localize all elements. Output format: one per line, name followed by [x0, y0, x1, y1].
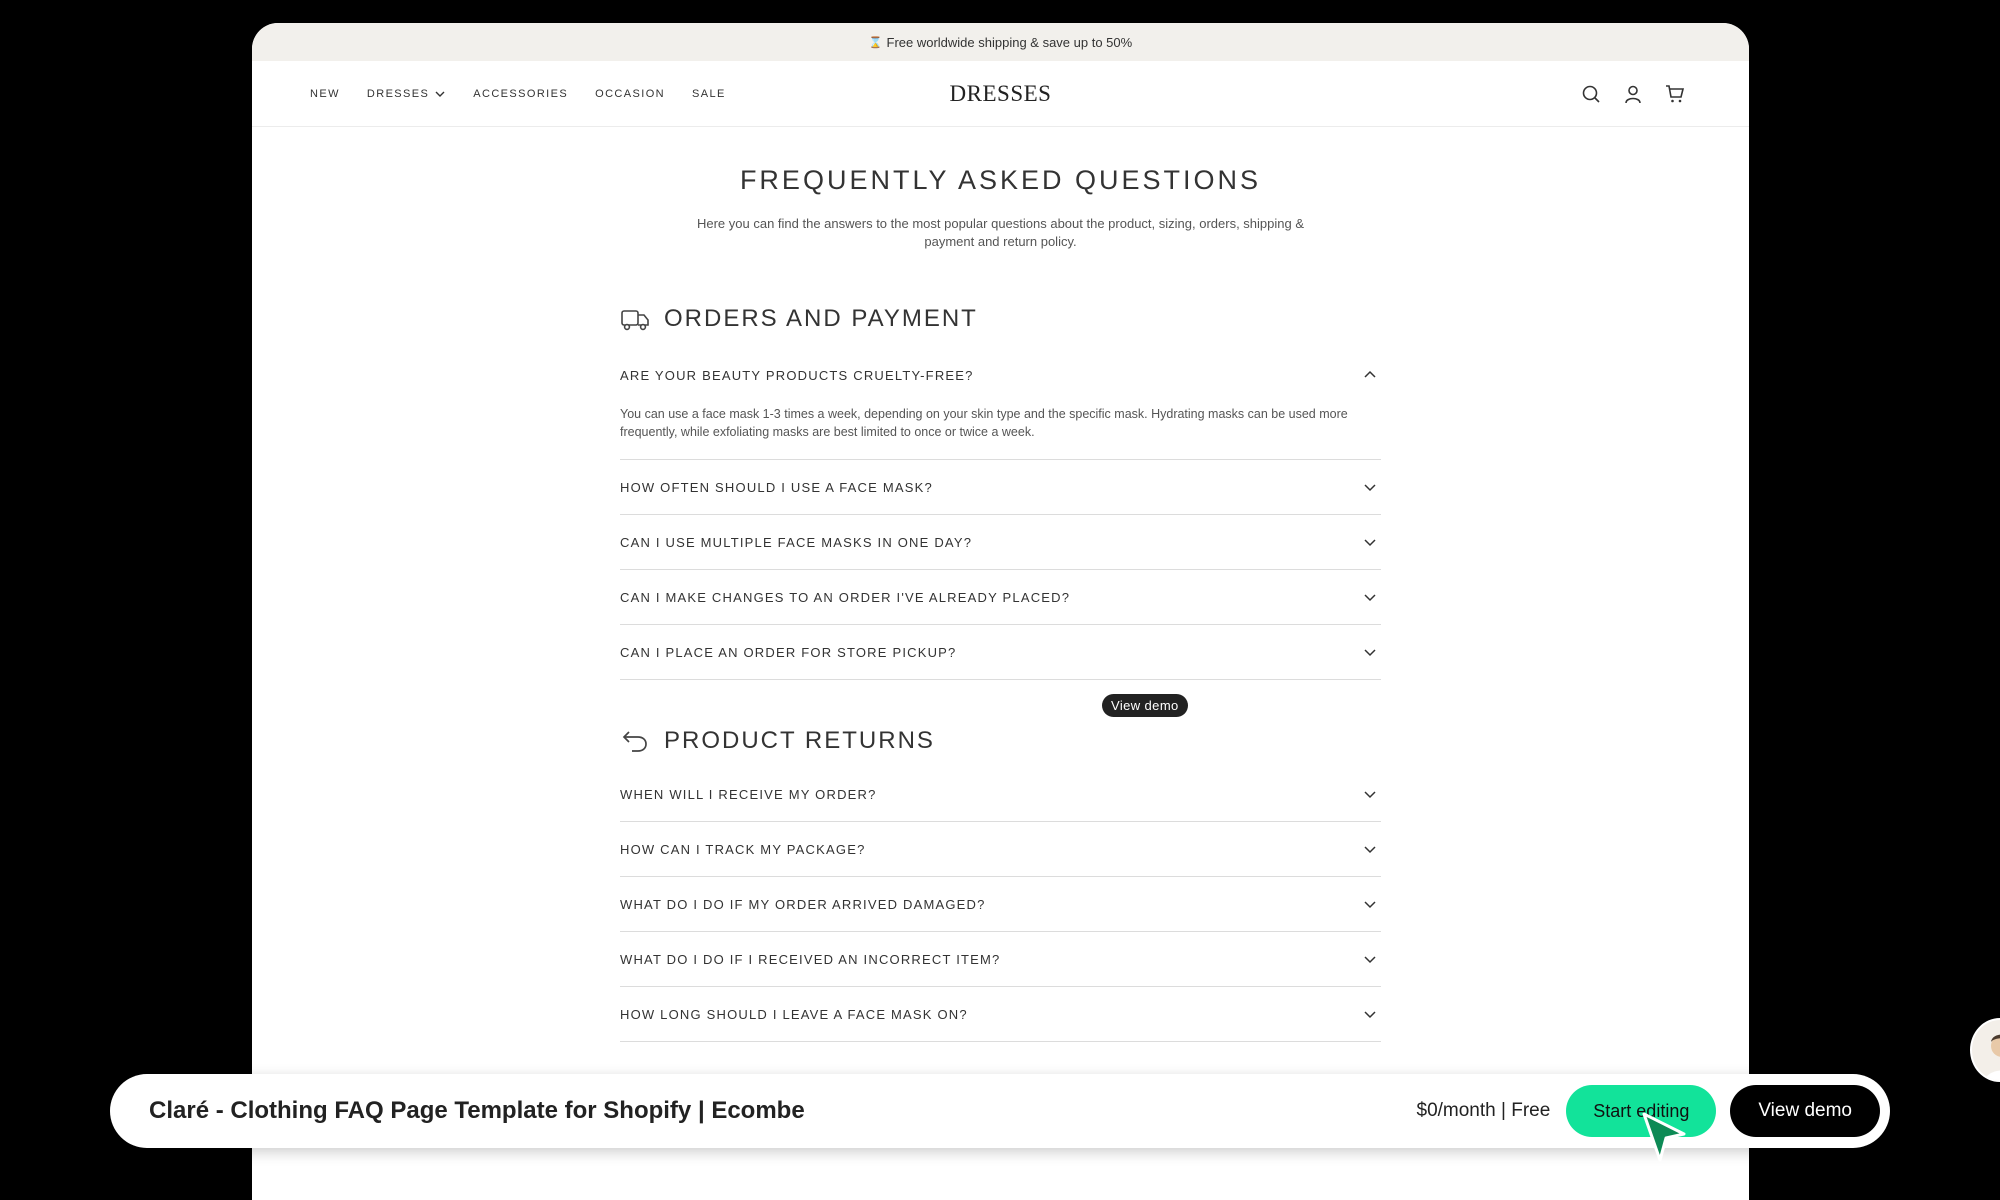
cart-icon[interactable]	[1665, 84, 1685, 104]
chevron-down-icon	[1364, 791, 1376, 799]
template-title: Claré - Clothing FAQ Page Template for S…	[149, 1097, 805, 1124]
chevron-up-icon	[1364, 370, 1376, 378]
question-text: WHEN WILL I RECEIVE MY ORDER?	[620, 786, 877, 802]
accordion-item[interactable]: HOW CAN I TRACK MY PACKAGE?	[620, 822, 1381, 877]
chevron-down-icon	[1364, 956, 1376, 964]
nav-link-occasion[interactable]: OCCASION	[595, 88, 665, 100]
faq-content: FREQUENTLY ASKED QUESTIONS Here you can …	[252, 127, 1749, 251]
avatar[interactable]	[1970, 1018, 2000, 1082]
section-product-returns: PRODUCT RETURNS WHEN WILL I RECEIVE MY O…	[620, 725, 1381, 1042]
main-nav: NEW DRESSES ACCESSORIES OCCASION SALE DR…	[252, 61, 1749, 127]
account-icon[interactable]	[1623, 84, 1643, 104]
accordion-item[interactable]: CAN I MAKE CHANGES TO AN ORDER I'VE ALRE…	[620, 570, 1381, 625]
section-title: ORDERS AND PAYMENT	[664, 305, 978, 332]
page-title: FREQUENTLY ASKED QUESTIONS	[739, 165, 1262, 195]
question-text: HOW CAN I TRACK MY PACKAGE?	[620, 841, 866, 857]
browser-window: ⌛ Free worldwide shipping & save up to 5…	[252, 23, 1749, 1200]
question-text: WHAT DO I DO IF I RECEIVED AN INCORRECT …	[620, 951, 1001, 967]
accordion-item[interactable]: HOW OFTEN SHOULD I USE A FACE MASK?	[620, 460, 1381, 515]
section-title: PRODUCT RETURNS	[664, 727, 935, 754]
accordion-item-open: ARE YOUR BEAUTY PRODUCTS CRUELTY-FREE? Y…	[620, 355, 1381, 460]
brand-logo[interactable]: DRESSES	[950, 81, 1052, 107]
question-text: ARE YOUR BEAUTY PRODUCTS CRUELTY-FREE?	[620, 367, 974, 383]
announcement-text: Free worldwide shipping & save up to 50%	[886, 34, 1133, 50]
chevron-down-icon	[1364, 649, 1376, 657]
section-orders-and-payment: ORDERS AND PAYMENT ARE YOUR BEAUTY PRODU…	[620, 303, 1381, 680]
question-text: WHAT DO I DO IF MY ORDER ARRIVED DAMAGED…	[620, 896, 986, 912]
question-text: HOW LONG SHOULD I LEAVE A FACE MASK ON?	[620, 1006, 968, 1022]
accordion-item[interactable]: WHAT DO I DO IF MY ORDER ARRIVED DAMAGED…	[620, 877, 1381, 932]
chevron-down-icon	[1364, 1011, 1376, 1019]
question-text: CAN I USE MULTIPLE FACE MASKS IN ONE DAY…	[620, 534, 973, 550]
nav-link-dresses[interactable]: DRESSES	[367, 88, 446, 100]
accordion-item[interactable]: HOW LONG SHOULD I LEAVE A FACE MASK ON?	[620, 987, 1381, 1042]
accordion-item[interactable]: CAN I PLACE AN ORDER FOR STORE PICKUP?	[620, 625, 1381, 680]
accordion-item[interactable]: CAN I USE MULTIPLE FACE MASKS IN ONE DAY…	[620, 515, 1381, 570]
price-label: $0/month | Free	[1416, 1100, 1551, 1121]
nav-link-dresses-label: DRESSES	[366, 87, 430, 100]
truck-icon	[621, 310, 649, 331]
person-icon	[1984, 1034, 2000, 1080]
nav-link-accessories[interactable]: ACCESSORIES	[473, 88, 568, 100]
chevron-down-icon	[1364, 846, 1376, 854]
pointer-cursor-icon	[1642, 1112, 1686, 1162]
chevron-down-icon	[1364, 484, 1376, 492]
view-demo-button[interactable]: View demo	[1730, 1085, 1880, 1137]
page-subtitle: Here you can find the answers to the mos…	[696, 216, 1305, 249]
announcement-bar: ⌛ Free worldwide shipping & save up to 5…	[252, 23, 1749, 61]
search-icon[interactable]	[1581, 84, 1601, 104]
accordion-header[interactable]: ARE YOUR BEAUTY PRODUCTS CRUELTY-FREE?	[620, 355, 1381, 395]
return-arrow-icon	[622, 731, 647, 752]
question-text: CAN I PLACE AN ORDER FOR STORE PICKUP?	[620, 644, 957, 660]
accordion-item[interactable]: WHEN WILL I RECEIVE MY ORDER?	[620, 767, 1381, 822]
question-text: HOW OFTEN SHOULD I USE A FACE MASK?	[620, 479, 933, 495]
hourglass-icon: ⌛	[868, 36, 883, 49]
question-text: CAN I MAKE CHANGES TO AN ORDER I'VE ALRE…	[620, 589, 1071, 605]
view-demo-tooltip[interactable]: View demo	[1102, 694, 1188, 717]
chevron-down-icon	[1364, 901, 1376, 909]
template-info-bar: Claré - Clothing FAQ Page Template for S…	[110, 1074, 1890, 1148]
chevron-down-icon	[1364, 594, 1376, 602]
nav-link-new[interactable]: NEW	[310, 88, 340, 100]
nav-link-sale[interactable]: SALE	[692, 88, 726, 100]
accordion-item[interactable]: WHAT DO I DO IF I RECEIVED AN INCORRECT …	[620, 932, 1381, 987]
chevron-down-icon	[435, 91, 445, 97]
answer-text: You can use a face mask 1-3 times a week…	[620, 407, 1348, 439]
chevron-down-icon	[1364, 539, 1376, 547]
